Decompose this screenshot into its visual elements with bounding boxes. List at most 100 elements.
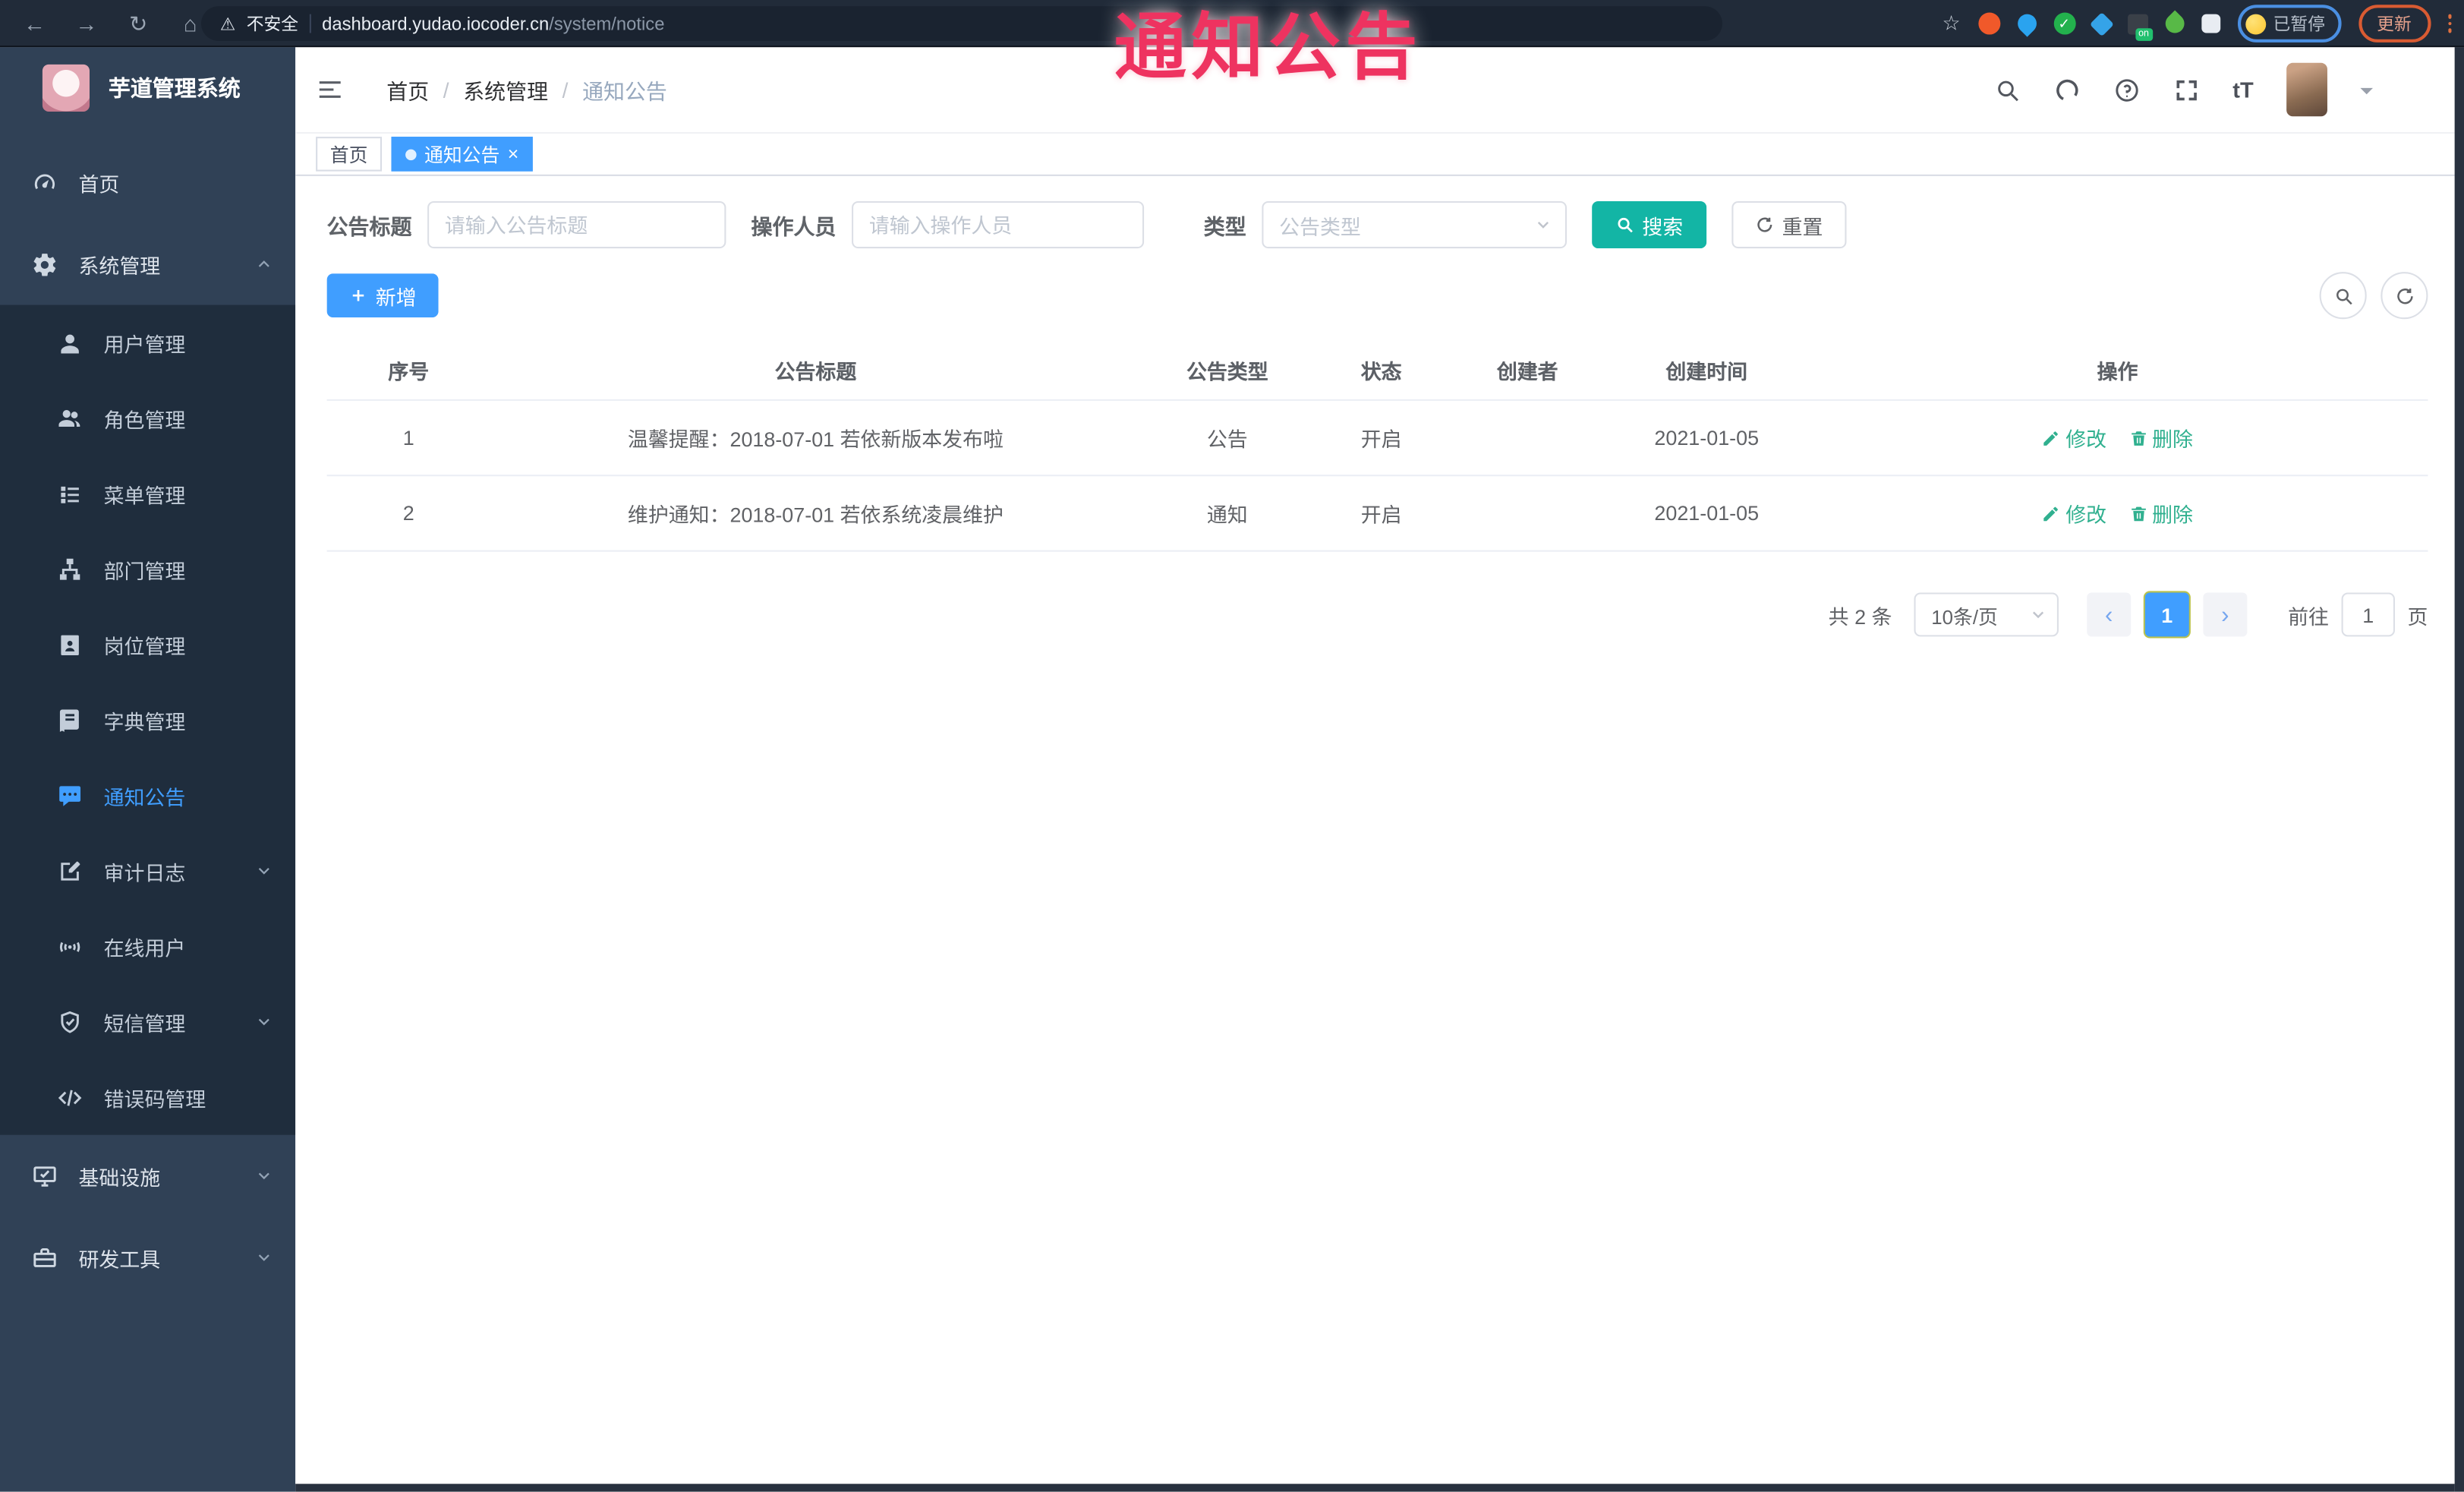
delete-link[interactable]: 删除 xyxy=(2128,423,2193,453)
toggle-search-button[interactable] xyxy=(2319,272,2367,320)
github-icon[interactable] xyxy=(2053,76,2080,103)
sidebar-item-system-management[interactable]: 系统管理 xyxy=(0,223,295,305)
sidebar-item-error-code-management[interactable]: 错误码管理 xyxy=(0,1059,295,1134)
proxy-extension-icon[interactable]: on xyxy=(2127,13,2153,40)
goto-page-input[interactable] xyxy=(2341,592,2395,637)
table-cell: 温馨提醒：2018-07-01 若依新版本发布啦 xyxy=(627,427,1004,452)
bookmark-star-icon[interactable]: ☆ xyxy=(1942,11,1960,36)
url-path: /system/notice xyxy=(549,15,665,35)
sidebar-item-dept-management[interactable]: 部门管理 xyxy=(0,532,295,607)
close-icon[interactable]: × xyxy=(508,144,519,163)
goto-label: 前往 xyxy=(2288,604,2330,629)
tab-home[interactable]: 首页 xyxy=(316,137,383,172)
add-button[interactable]: 新增 xyxy=(326,273,439,318)
breadcrumb-separator: / xyxy=(443,77,449,102)
table-row: 2 维护通知：2018-07-01 若依系统凌晨维护 通知 开启 2021-01-05 修… xyxy=(326,476,2428,552)
leaf-extension-icon[interactable] xyxy=(2160,10,2188,37)
search-button[interactable]: 搜索 xyxy=(1592,200,1707,249)
table-cell: 2021-01-05 xyxy=(1654,501,1760,525)
title-filter-label: 公告标题 xyxy=(326,215,412,239)
sidebar-item-sms-management[interactable]: 短信管理 xyxy=(0,984,295,1059)
operator-filter-input[interactable] xyxy=(852,200,1145,249)
sidebar-item-notice[interactable]: 通知公告 xyxy=(0,758,295,833)
edit-link[interactable]: 修改 xyxy=(2042,423,2106,453)
page-size-select[interactable]: 10条/页 xyxy=(1914,592,2059,637)
sidebar-item-user-management[interactable]: 用户管理 xyxy=(0,305,295,380)
green-check-extension-icon[interactable]: ✓ xyxy=(2053,12,2075,35)
address-bar[interactable]: ⚠ 不安全 dashboard.yudao.iocoder.cn/system/… xyxy=(200,6,1722,41)
active-tab-dot xyxy=(405,148,417,160)
sidebar: 芋道管理系统 首页 系统管理 用户管理 角色管理 菜单管理 部门管理 岗位管理 字典管理 通知公… xyxy=(0,47,296,1492)
gear-icon xyxy=(31,251,58,277)
current-page-button[interactable]: 1 xyxy=(2144,592,2189,637)
help-icon[interactable] xyxy=(2113,76,2140,103)
refresh-table-button[interactable] xyxy=(2381,272,2428,320)
delete-link[interactable]: 删除 xyxy=(2128,498,2193,528)
dictionary-icon xyxy=(57,707,83,733)
extensions-puzzle-icon[interactable] xyxy=(2201,14,2220,33)
table-header-cell: 创建者 xyxy=(1496,360,1558,384)
table-header-cell: 创建时间 xyxy=(1665,360,1748,384)
browser-menu-icon[interactable] xyxy=(2447,14,2452,33)
message-icon xyxy=(57,782,83,809)
sidebar-item-dict-management[interactable]: 字典管理 xyxy=(0,682,295,757)
sidebar-item-post-management[interactable]: 岗位管理 xyxy=(0,607,295,682)
table-row: 1 温馨提醒：2018-07-01 若依新版本发布啦 公告 开启 2021-01-05 修… xyxy=(326,401,2428,477)
warning-icon[interactable]: ⚠ xyxy=(220,14,235,34)
browser-update-button[interactable]: 更新 xyxy=(2358,5,2431,43)
avatar-caret-down-icon[interactable] xyxy=(2360,87,2374,101)
vertical-scrollbar[interactable] xyxy=(2454,47,2464,1492)
insecure-label: 不安全 xyxy=(246,15,299,35)
fullscreen-icon[interactable] xyxy=(2173,76,2200,103)
chevron-down-icon xyxy=(254,1166,273,1185)
prev-page-button[interactable]: ‹ xyxy=(2087,592,2132,637)
sidebar-item-dev-tools[interactable]: 研发工具 xyxy=(0,1216,295,1298)
delete-link-label: 删除 xyxy=(2152,427,2193,452)
sidebar-item-label: 用户管理 xyxy=(103,332,186,356)
table-cell: 维护通知：2018-07-01 若依系统凌晨维护 xyxy=(627,503,1004,527)
reload-icon[interactable]: ↻ xyxy=(126,10,151,36)
forward-icon[interactable]: → xyxy=(74,11,99,36)
search-button-icon xyxy=(1615,216,1634,235)
table-header-cell: 序号 xyxy=(388,360,430,384)
sidebar-item-infrastructure[interactable]: 基础设施 xyxy=(0,1135,295,1217)
profile-paused-pill[interactable]: 已暂停 xyxy=(2236,5,2341,43)
tab-label: 首页 xyxy=(329,144,368,166)
breadcrumb-item[interactable]: 系统管理 xyxy=(463,74,548,105)
sidebar-item-label: 审计日志 xyxy=(103,860,186,885)
table-cell: 公告 xyxy=(1206,427,1248,452)
font-size-icon[interactable]: tT xyxy=(2232,77,2253,102)
home-icon[interactable]: ⌂ xyxy=(178,11,203,36)
edit-link[interactable]: 修改 xyxy=(2042,498,2106,528)
breadcrumb-item[interactable]: 首页 xyxy=(386,74,429,105)
sidebar-menu: 首页系统管理用户管理角色管理 菜单管理 部门管理 岗位管理 字典管理 通知公告审计日志在线… xyxy=(0,129,296,1298)
adblock-extension-icon[interactable] xyxy=(1977,12,2000,35)
horizontal-scrollbar[interactable] xyxy=(295,1484,2455,1492)
sidebar-item-role-management[interactable]: 角色管理 xyxy=(0,380,295,456)
sidebar-item-label: 研发工具 xyxy=(78,1247,161,1271)
type-select[interactable]: 公告类型 xyxy=(1262,200,1567,249)
pin-extension-icon[interactable] xyxy=(2012,10,2040,37)
back-icon[interactable]: ← xyxy=(22,11,47,36)
sidebar-item-home[interactable]: 首页 xyxy=(0,141,295,223)
user-avatar[interactable] xyxy=(2286,62,2327,117)
search-icon[interactable] xyxy=(1994,76,2021,103)
sidebar-item-online-users[interactable]: 在线用户 xyxy=(0,909,295,984)
next-page-button[interactable]: › xyxy=(2203,592,2248,637)
gem-extension-icon[interactable] xyxy=(2088,11,2113,36)
infrastructure-icon xyxy=(31,1162,58,1189)
tab-notice[interactable]: 通知公告 × xyxy=(391,137,533,172)
sidebar-item-menu-management[interactable]: 菜单管理 xyxy=(0,456,295,531)
sidebar-item-audit-log[interactable]: 审计日志 xyxy=(0,833,295,908)
pencil-icon xyxy=(2042,428,2061,447)
emoji-avatar-icon xyxy=(2245,13,2266,34)
type-select-placeholder: 公告类型 xyxy=(1279,214,1361,238)
reset-button-icon xyxy=(1755,216,1774,235)
refresh-icon xyxy=(2394,285,2415,306)
browser-nav-buttons: ← → ↻ ⌂ xyxy=(0,0,225,47)
sidebar-item-label: 系统管理 xyxy=(78,254,161,278)
url-host: dashboard.yudao.iocoder.cn xyxy=(322,15,550,35)
title-filter-input[interactable] xyxy=(427,200,726,249)
sidebar-collapse-icon[interactable] xyxy=(316,75,344,103)
reset-button[interactable]: 重置 xyxy=(1731,200,1847,249)
